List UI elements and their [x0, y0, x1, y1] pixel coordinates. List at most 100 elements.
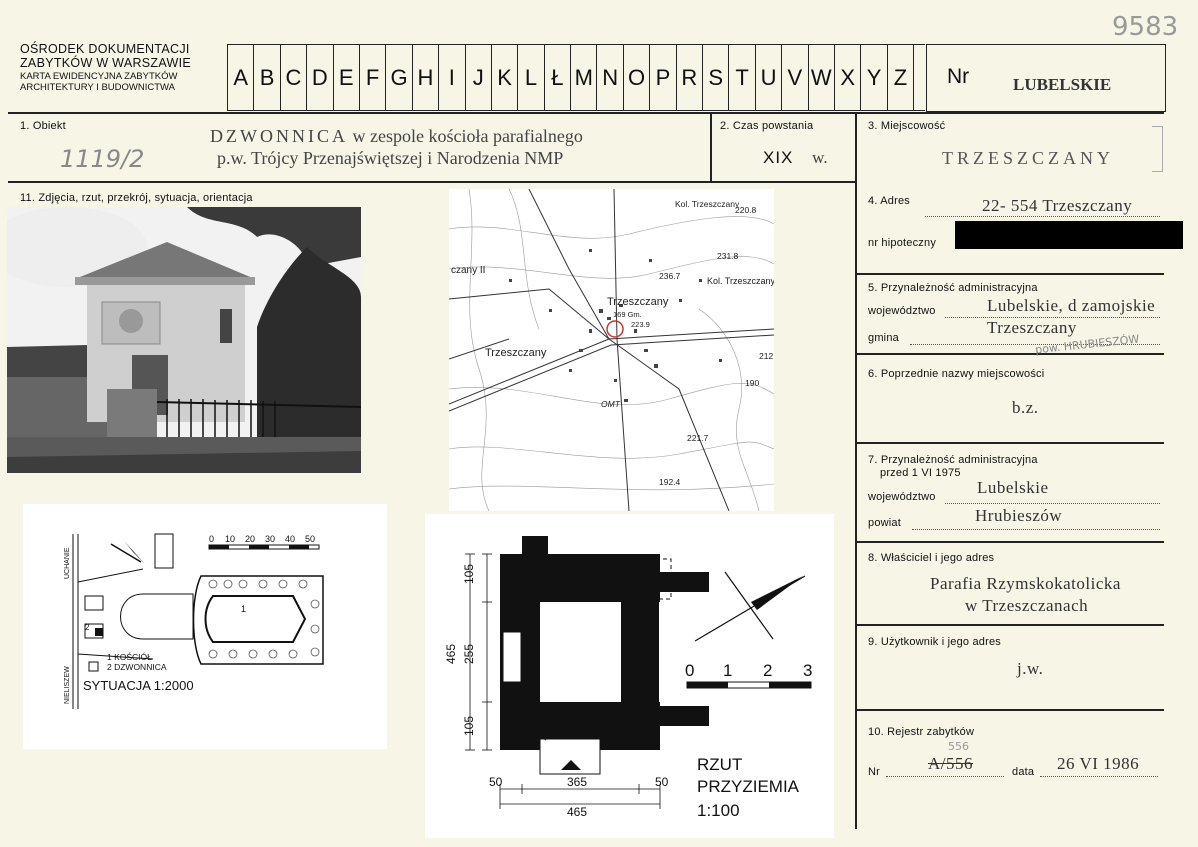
- field10-label: 10. Rejestr zabytków: [868, 726, 975, 738]
- letter-cell: B: [254, 45, 281, 110]
- letter-cell: V: [782, 45, 809, 110]
- location-map: Kol. Trzeszczany 220.8 231.8 czany II 23…: [449, 189, 774, 511]
- voiv-value: Lubelskie, d zamojskie: [987, 296, 1156, 315]
- letter-cell: L: [518, 45, 545, 110]
- field1-label: 1. Obiekt: [20, 120, 66, 132]
- letter-cell: J: [466, 45, 492, 110]
- site-scale-5: 50: [305, 534, 315, 544]
- voiv-value-old: Lubelskie: [977, 478, 1049, 497]
- site-scale-0: 0: [209, 534, 214, 544]
- field11-label: 11. Zdjęcia, rzut, przekrój, sytuacja, o…: [20, 192, 253, 204]
- plan-dim-bottom-0: 50: [489, 775, 503, 789]
- letter-cell: W: [809, 45, 835, 110]
- letter-cell: F: [360, 45, 387, 110]
- field4-label: 4. Adres: [868, 195, 910, 207]
- site-scale-2: 20: [245, 534, 255, 544]
- mortgage-label: nr hipoteczny: [868, 237, 937, 249]
- locality-value: TRZESZCZANY: [942, 148, 1114, 168]
- plan-title-3: 1:100: [697, 801, 740, 820]
- map-label-13: 221.7: [687, 433, 709, 443]
- letter-cell: Ł: [545, 45, 572, 110]
- century: XIX: [763, 148, 794, 167]
- region-value: LUBELSKIE: [1013, 75, 1112, 94]
- letter-cell: E: [334, 45, 360, 110]
- redacted-mortgage-number: [955, 221, 1183, 249]
- site-legend-1: 1 KOŚCIÓŁ: [107, 651, 152, 662]
- powiat-label: powiat: [868, 517, 901, 529]
- plan-dim-bottom-total: 465: [567, 805, 587, 819]
- field7-label: 7. Przynależność administracyjna: [868, 454, 1038, 466]
- plan-dim-left-0: 105: [462, 564, 476, 584]
- letter-cell: Y: [861, 45, 888, 110]
- user-value: j.w.: [1017, 659, 1044, 678]
- register-nr-correction: 556: [948, 740, 969, 753]
- field9-label: 9. Użytkownik i jego adres: [868, 636, 1001, 648]
- plan-dim-bottom-1: 365: [567, 775, 587, 789]
- letter-cell: A: [228, 45, 255, 110]
- site-street-top: UCHANIE: [64, 547, 71, 579]
- map-label-3: czany II: [451, 265, 485, 276]
- plan-title-2: PRZYZIEMIA: [697, 777, 800, 796]
- field5-label: 5. Przynależność administracyjna: [868, 282, 1038, 294]
- register-nr-label: Nr: [868, 766, 881, 778]
- address-value: 22- 554 Trzeszczany: [982, 196, 1133, 215]
- register-date-value: 26 VI 1986: [1057, 754, 1140, 773]
- site-scale-1: 10: [225, 534, 235, 544]
- letter-cell: D: [307, 45, 334, 110]
- belfry-photo: [7, 207, 361, 473]
- map-label-1: 220.8: [735, 205, 757, 215]
- handwritten-bracket: [1152, 126, 1163, 172]
- site-street-left: NIELISZEW: [64, 666, 71, 704]
- map-label-0: Kol. Trzeszczany: [675, 199, 740, 209]
- object-line2: p.w. Trójcy Przenajświętszej i Narodzeni…: [217, 148, 564, 168]
- card-type-line2: ARCHITEKTURY I BUDOWNICTWA: [20, 82, 175, 93]
- map-label-12: OMT: [601, 399, 621, 409]
- object-main: DZWONNICA: [210, 126, 348, 146]
- register-nr-value: A/556: [928, 754, 973, 773]
- field6-label: 6. Poprzednie nazwy miejscowości: [868, 368, 1045, 380]
- letter-cell: C: [281, 45, 308, 110]
- handwritten-code: 1119/2: [60, 145, 145, 173]
- century-value: XIX w.: [763, 148, 828, 168]
- plan-dim-left-2: 105: [462, 716, 476, 736]
- letter-cell: P: [650, 45, 677, 110]
- plan-scale-0: 0: [685, 661, 694, 680]
- site-church-number: 1: [241, 604, 246, 614]
- plan-dim-bottom-2: 50: [655, 775, 669, 789]
- letter-cell: I: [439, 45, 466, 110]
- map-label-2: 231.8: [717, 251, 739, 261]
- register-date-label: data: [1012, 766, 1035, 778]
- letter-cell: K: [492, 45, 519, 110]
- letter-cell: U: [756, 45, 783, 110]
- plan-dim-left-1: 255: [462, 644, 476, 664]
- plan-scale-1: 1: [723, 661, 732, 680]
- floor-plan: 105 255 105 465 50 365 50 465 0 1 2 3 RZ…: [425, 514, 834, 838]
- letter-cell: G: [386, 45, 413, 110]
- site-title: SYTUACJA 1:2000: [83, 678, 194, 693]
- nr-label: Nr: [947, 65, 970, 88]
- institution-block: OŚRODEK DOKUMENTACJI ZABYTKÓW W WARSZAWI…: [20, 42, 220, 93]
- site-plan: 0 10 20 30 40 50 UCHANIE NIELISZEW 1 2 1…: [23, 504, 387, 749]
- gmina-value: Trzeszczany: [987, 318, 1077, 337]
- letter-index: ABCDEFGHIJKLŁMNOPRSTUVWXYZ: [227, 45, 915, 110]
- map-label-5: Kol. Trzeszczany: [707, 276, 774, 286]
- plan-scale-3: 3: [803, 661, 812, 680]
- object-rest: w zespole kościoła parafialnego: [352, 126, 583, 146]
- map-label-9: Trzeszczany: [485, 347, 547, 359]
- stamp-number: 9583: [1112, 12, 1179, 42]
- previous-names-value: b.z.: [1012, 398, 1039, 417]
- owner-line2: w Trzeszczanach: [965, 596, 1089, 615]
- region-box: Nr LUBELSKIE: [926, 44, 1166, 112]
- site-legend-2: 2 DZWONNICA: [107, 662, 167, 672]
- map-label-7: 169 Gm.: [613, 310, 642, 319]
- object-title: DZWONNICA w zespole kościoła parafialneg…: [210, 126, 583, 147]
- map-label-4: 236.7: [659, 271, 681, 281]
- card-type-line1: KARTA EWIDENCYJNA ZABYTKÓW: [20, 71, 178, 82]
- gmina-label: gmina: [868, 332, 899, 344]
- letter-cell: T: [729, 45, 756, 110]
- owner-line1: Parafia Rzymskokatolicka: [930, 574, 1121, 593]
- letter-cell: R: [677, 45, 704, 110]
- letter-cell: M: [571, 45, 598, 110]
- field3-label: 3. Miejscowość: [868, 120, 946, 132]
- field8-label: 8. Właściciel i jego adres: [868, 552, 995, 564]
